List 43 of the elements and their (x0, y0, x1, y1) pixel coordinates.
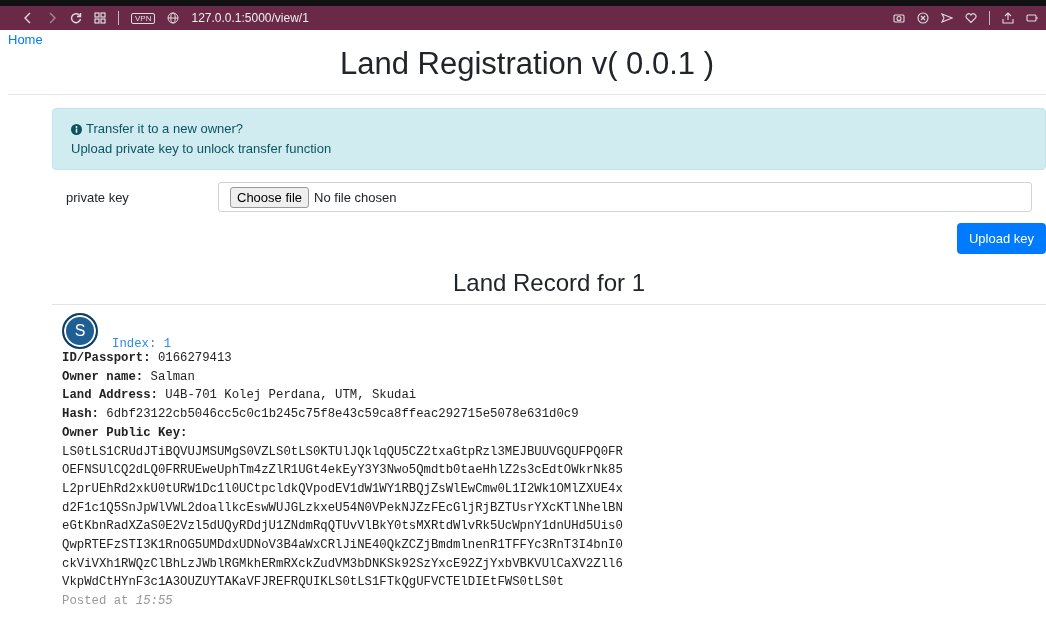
choose-file-button[interactable]: Choose file (230, 186, 310, 208)
alert-text: Upload private key to unlock transfer function (71, 140, 332, 158)
share-icon[interactable] (1002, 12, 1014, 24)
alert-text: Transfer it to a new owner? (86, 120, 244, 138)
home-link[interactable]: Home (8, 32, 43, 47)
field-value: Salman (150, 369, 195, 384)
field-label: Owner Public Key: (62, 425, 188, 440)
close-circle-icon[interactable] (917, 12, 929, 24)
field-label: ID/Passport: (62, 351, 151, 365)
globe-icon (167, 12, 180, 24)
public-key-line: VkpWdCtHYnF3c1A3OUZUYTAKaVFJREFRQUIKLS0tLS1FTkQgUFVCTElDIEtFWS0tLS0t (62, 575, 564, 590)
posted-label: Posted at (62, 594, 129, 609)
field-value: U4B-701 Kolej Perdana, UTM, Skudai (165, 388, 417, 403)
public-key-line: L2prUEhRd2xkU0tURW1Dc1l0UCtpcldkQVpodEV1dW1WY1RBQjZsWlEwCmw0L1I2Wk1OMlZXUE4x (62, 481, 623, 496)
grid-icon[interactable] (94, 12, 106, 24)
field-label: Owner name: (62, 369, 144, 384)
section-title: Land Record for 1 (451, 268, 647, 298)
file-input[interactable]: Choose file No file chosen (218, 182, 1032, 212)
page-title: Land Registration v( 0.0.1 ) (339, 45, 715, 83)
upload-key-button[interactable]: Upload key (956, 223, 1046, 254)
address-bar[interactable]: 127.0.0.1:5000/view/1 (191, 11, 309, 25)
public-key-line: d2F1c1Q5SnJpWlVWL2doallkcEswWUJGLzkxeU54N0VPekNJZzFEcGljRjBZTUsrYXcKTlNhelBN (62, 500, 623, 515)
field-label: Land Address: (62, 388, 158, 403)
public-key-line: OEFNSUlCQ2dLQ0FRRUEweUphTm4zZlR1UGt4ekEyY3Y3Nwo5Qmdtb0taeHhlZ2s3cEdtOWkrNk85 (62, 463, 623, 478)
field-label: private key (65, 189, 130, 205)
send-icon[interactable] (941, 12, 953, 24)
public-key-line: eGtKbnRadXZaS0E2Vzl5dUQyRDdjU1ZNdmRqQTUvVlBkY0tsMXRtdWlvRk5UcWpnY1dnUHd5Uis0 (62, 519, 623, 534)
public-key-line: ckViVXh1RWQzClBhLzJWblRGMkhERmRXckZudVM3bDNKSk92SzYxcE92ZjYxbVBKVUlCaXV2Zll6 (62, 556, 623, 571)
vpn-badge[interactable]: VPN (131, 12, 156, 24)
posted-time: 15:55 (135, 594, 173, 609)
field-value: 6dbf23122cb5046cc5c0c1b245c75f8e43c59ca8ffeac292715e5078e631d0c9 (106, 407, 579, 422)
public-key-line: LS0tLS1CRUdJTiBQVUJMSUMgS0VZLS0tLS0KTUlJQklqQU5CZ2txaGtpRzl3MEJBUUVGQUFPQ0FR (62, 444, 623, 459)
camera-icon[interactable] (893, 12, 905, 24)
field-value: 0166279413 (157, 351, 232, 365)
index-label: Index: 1 (112, 337, 172, 351)
heart-icon[interactable] (965, 12, 977, 24)
field-label: Hash: (62, 407, 99, 422)
file-status: No file chosen (314, 189, 397, 205)
info-icon (71, 123, 82, 135)
battery-icon (1026, 12, 1038, 24)
reload-icon[interactable] (70, 12, 82, 24)
public-key-line: QwpRTEFzSTI3K1RnOG5UMDdxUDNoV3B4aWxCRlJiNE40QkZCZjBmdmlnenR1TFFYc3RnT3I4bnI0 (62, 538, 623, 553)
avatar: S (62, 313, 98, 349)
